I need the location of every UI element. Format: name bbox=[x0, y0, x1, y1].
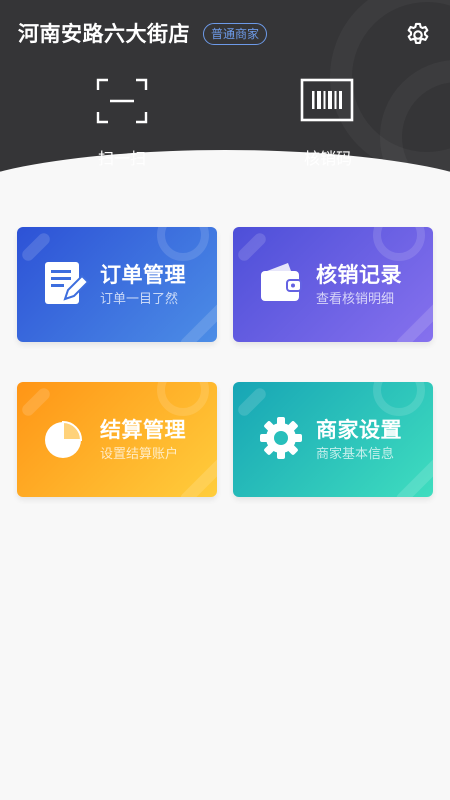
card-subtitle: 商家基本信息 bbox=[316, 447, 395, 462]
store-name: 河南安路六大街店 bbox=[18, 22, 190, 46]
card-title: 核销记录 bbox=[316, 263, 402, 287]
gear-icon bbox=[260, 417, 302, 459]
verification-records-card[interactable]: 核销记录 查看核销明细 bbox=[233, 227, 433, 342]
card-decoration bbox=[373, 382, 425, 416]
card-decoration bbox=[394, 294, 433, 342]
card-decoration bbox=[178, 294, 217, 342]
card-subtitle: 订单一目了然 bbox=[100, 292, 179, 307]
pie-chart-icon bbox=[45, 420, 83, 458]
order-management-card[interactable]: 订单管理 订单一目了然 bbox=[17, 227, 217, 342]
card-title: 商家设置 bbox=[316, 418, 402, 442]
wallet-icon bbox=[261, 263, 302, 301]
scan-icon bbox=[96, 78, 148, 124]
settings-button[interactable] bbox=[404, 21, 432, 49]
card-decoration bbox=[178, 449, 217, 497]
barcode-icon bbox=[300, 78, 354, 122]
scan-label: 扫一扫 bbox=[97, 149, 146, 168]
merchant-home-page: 河南安路六大街店 普通商家 扫一扫 核销码 订单管理 订单一目了然 核销记录 查… bbox=[0, 0, 450, 800]
gear-icon bbox=[407, 22, 429, 44]
card-decoration bbox=[373, 227, 425, 261]
verification-code-button[interactable]: 核销码 bbox=[268, 76, 388, 170]
card-decoration bbox=[157, 382, 209, 416]
header: 河南安路六大街店 普通商家 扫一扫 核销码 bbox=[0, 0, 450, 196]
verification-code-label: 核销码 bbox=[303, 149, 352, 168]
document-edit-icon bbox=[45, 262, 90, 304]
card-title: 订单管理 bbox=[100, 263, 186, 287]
scan-button[interactable]: 扫一扫 bbox=[62, 76, 182, 170]
card-decoration bbox=[157, 227, 209, 261]
card-subtitle: 查看核销明细 bbox=[316, 292, 395, 307]
card-subtitle: 设置结算账户 bbox=[100, 447, 179, 462]
merchant-settings-card[interactable]: 商家设置 商家基本信息 bbox=[233, 382, 433, 497]
card-decoration bbox=[394, 449, 433, 497]
settlement-management-card[interactable]: 结算管理 设置结算账户 bbox=[17, 382, 217, 497]
merchant-type-badge: 普通商家 bbox=[203, 23, 268, 45]
card-title: 结算管理 bbox=[100, 418, 186, 442]
